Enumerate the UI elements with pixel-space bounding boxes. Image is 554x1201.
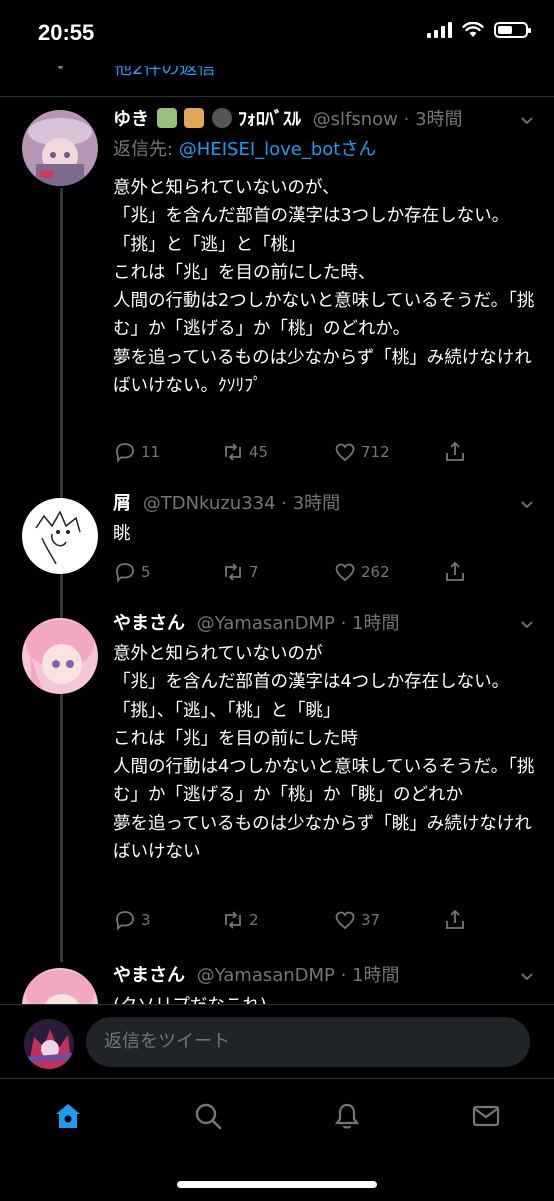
tweet-header: やまさん @YamasanDMP · 1時間	[113, 612, 504, 636]
tweet-actions: 11 45 712	[113, 440, 473, 466]
display-name[interactable]: 屑	[113, 493, 131, 514]
tweet-actions: 5 7 262	[113, 560, 473, 586]
retweet-button[interactable]: 45	[221, 440, 268, 464]
share-button[interactable]	[443, 560, 467, 584]
tweet-text: 意外と知られていないのが 「兆」を含んだ部首の漢字は4つしか存在しない。「挑」、…	[113, 644, 535, 863]
retweet-icon	[225, 563, 241, 581]
reply-mention-link[interactable]: @HEISEI_love_botさん	[179, 139, 377, 160]
tweet-header: ゆき ﾌｫﾛﾊﾞｽﾙ @slfsnow · 3時間	[113, 108, 504, 132]
reply-button[interactable]: 5	[113, 560, 151, 584]
tweet[interactable]: ゆき ﾌｫﾛﾊﾞｽﾙ @slfsnow · 3時間 返信先: @HEISEI_l…	[0, 96, 554, 492]
retweet-icon	[225, 911, 241, 929]
handle-and-time: @YamasanDMP · 1時間	[196, 613, 400, 634]
handle-and-time: @slfsnow · 3時間	[312, 109, 463, 130]
reply-tweet-input[interactable]: 返信をツイート	[86, 1017, 530, 1067]
display-name[interactable]: やまさん	[113, 613, 185, 634]
retweet-count: 7	[249, 563, 259, 581]
reply-icon	[116, 443, 134, 463]
reply-button[interactable]: 3	[113, 908, 151, 932]
handle-and-time: @YamasanDMP · 1時間	[196, 965, 400, 986]
retweet-count: 2	[249, 911, 259, 929]
tea-emoji-icon	[156, 108, 177, 128]
thread-line	[60, 574, 63, 612]
wifi-icon	[462, 22, 484, 37]
avatar[interactable]	[22, 968, 98, 1004]
heart-icon	[335, 443, 355, 462]
share-icon	[446, 441, 464, 461]
reply-count: 11	[141, 443, 161, 461]
status-time: 20:55	[38, 20, 95, 45]
reply-feed[interactable]: ゆき ﾌｫﾛﾊﾞｽﾙ @slfsnow · 3時間 返信先: @HEISEI_l…	[0, 96, 554, 1004]
reply-button[interactable]: 11	[113, 440, 160, 464]
home-indicator	[177, 1181, 377, 1188]
retweet-button[interactable]: 7	[221, 560, 259, 584]
share-button[interactable]	[443, 908, 467, 932]
status-bar: 20:55	[0, 0, 554, 66]
tweet-header: 屑 @TDNkuzu334 · 3時間	[113, 492, 504, 516]
thread-line	[60, 188, 63, 492]
reply-compose-bar: 返信をツイート	[0, 1004, 554, 1079]
tweet-text: 意外と知られていないのが、 「兆」を含んだ部首の漢字は3つしか存在しない。「挑」…	[113, 178, 535, 397]
like-button[interactable]: 262	[333, 560, 390, 584]
my-avatar[interactable]	[24, 1019, 74, 1069]
replying-to-label: 返信先:	[113, 139, 179, 160]
chevron-down-icon[interactable]	[520, 970, 534, 984]
share-icon	[446, 909, 464, 929]
like-count: 712	[361, 443, 390, 461]
retweet-count: 45	[249, 443, 269, 461]
signal-icon	[427, 22, 452, 38]
tweet-text: 眺	[113, 524, 131, 544]
reply-icon	[116, 911, 134, 931]
like-button[interactable]: 37	[333, 908, 380, 932]
chevron-down-icon[interactable]	[520, 618, 534, 632]
messages-icon[interactable]	[471, 1101, 501, 1131]
status-icons	[427, 22, 531, 38]
chevron-down-icon[interactable]	[520, 114, 534, 128]
avatar[interactable]	[22, 110, 98, 186]
like-count: 37	[361, 911, 381, 929]
home-icon[interactable]	[53, 1101, 83, 1131]
reply-count: 5	[141, 563, 151, 581]
reply-count: 3	[141, 911, 151, 929]
like-button[interactable]: 712	[333, 440, 390, 464]
share-button[interactable]	[443, 440, 467, 464]
display-name-suffix: ﾌｫﾛﾊﾞｽﾙ	[237, 109, 301, 130]
search-icon[interactable]	[193, 1101, 223, 1131]
tweet[interactable]: やまさん @YamasanDMP · 1時間 (クソリプだなこれ)	[0, 962, 554, 1004]
like-count: 262	[361, 563, 390, 581]
notifications-icon[interactable]	[332, 1101, 362, 1131]
avatar[interactable]	[22, 498, 98, 574]
headphones-emoji-icon	[212, 108, 233, 128]
chevron-down-icon[interactable]	[520, 498, 534, 512]
reply-icon	[116, 563, 134, 583]
thread-line	[60, 694, 63, 962]
display-name[interactable]: ゆき	[113, 109, 149, 130]
tweet-header: やまさん @YamasanDMP · 1時間	[113, 964, 504, 988]
battery-icon	[494, 22, 531, 38]
tweet[interactable]: やまさん @YamasanDMP · 1時間 意外と知られていないのが 「兆」を…	[0, 612, 554, 962]
share-icon	[446, 561, 464, 581]
tweet-text: (クソリプだなこれ)	[113, 992, 543, 1004]
cat-emoji-icon	[184, 108, 205, 128]
display-name[interactable]: やまさん	[113, 965, 185, 986]
tweet[interactable]: 屑 @TDNkuzu334 · 3時間 眺 5 7 262	[0, 492, 554, 612]
heart-icon	[335, 563, 355, 582]
heart-icon	[335, 911, 355, 930]
avatar[interactable]	[22, 618, 98, 694]
replying-to: 返信先: @HEISEI_love_botさん	[113, 138, 376, 162]
retweet-button[interactable]: 2	[221, 908, 259, 932]
tweet-actions: 3 2 37	[113, 908, 473, 934]
retweet-icon	[225, 443, 241, 461]
handle-and-time: @TDNkuzu334 · 3時間	[142, 493, 341, 514]
